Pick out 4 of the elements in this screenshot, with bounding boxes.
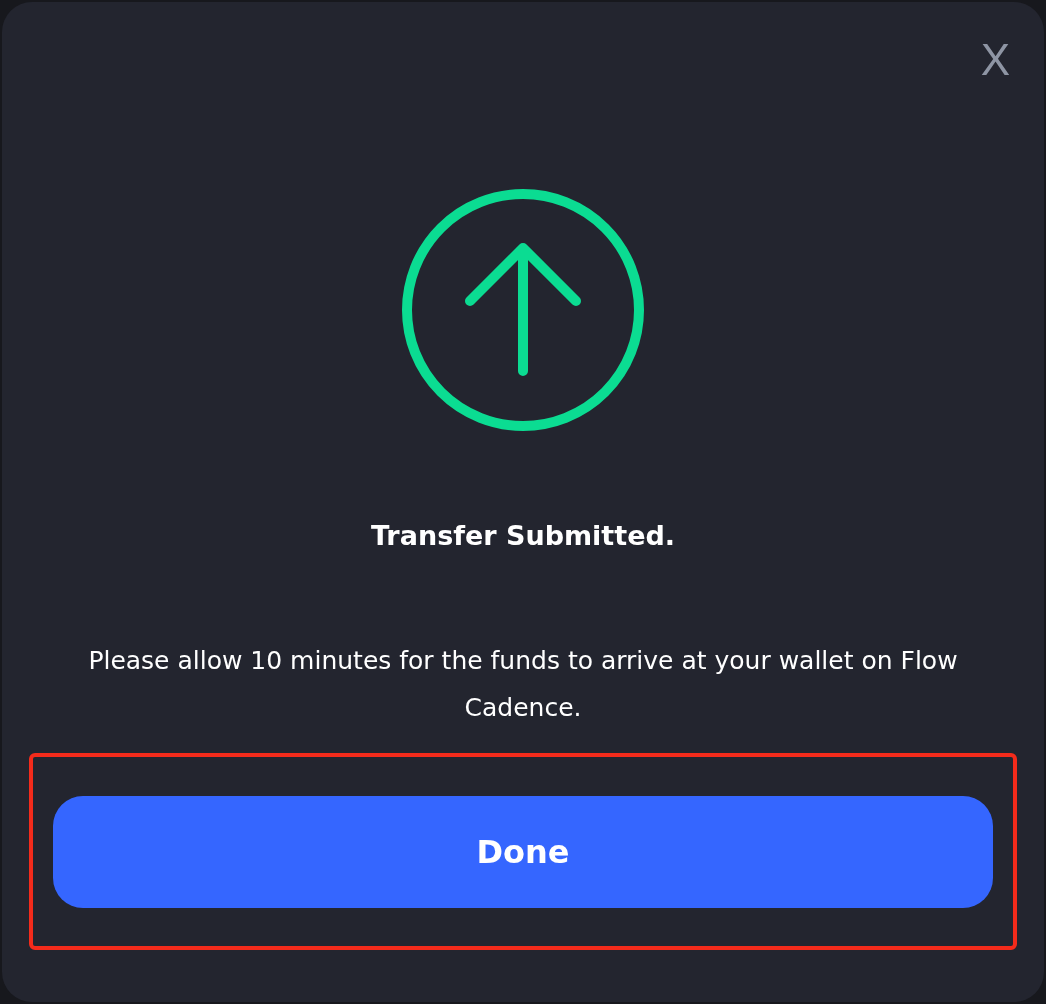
done-button[interactable]: Done <box>53 795 993 908</box>
dialog-message: Please allow 10 minutes for the funds to arrive at your wallet on Flow Cadence. <box>87 645 959 724</box>
dialog-title: Transfer Submitted. <box>370 520 676 551</box>
close-button[interactable]: X <box>980 36 1010 84</box>
